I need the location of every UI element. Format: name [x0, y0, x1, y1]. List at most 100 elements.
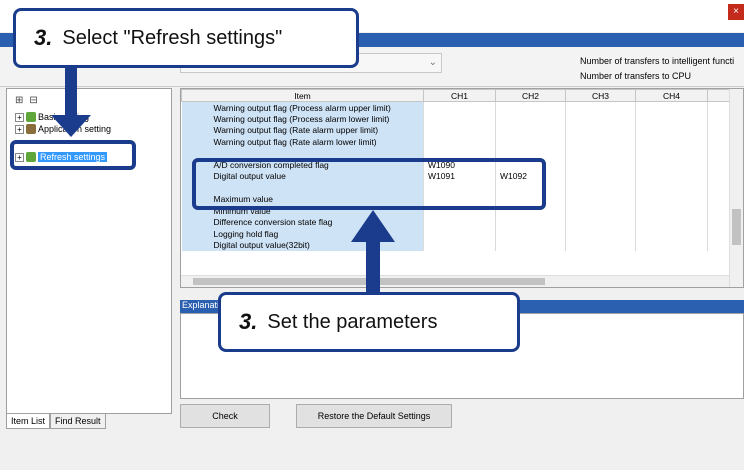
refresh-settings-highlight	[10, 140, 136, 170]
cell-extra[interactable]	[707, 101, 730, 113]
cell-item: Warning output flag (Rate alarm lower li…	[181, 136, 424, 148]
cell-ch3[interactable]	[565, 101, 636, 113]
cell-ch2[interactable]	[495, 216, 566, 228]
horizontal-scrollbar[interactable]	[181, 275, 729, 287]
cell-extra[interactable]	[707, 136, 730, 148]
cell-extra[interactable]	[707, 228, 730, 240]
cell-ch3[interactable]	[565, 182, 636, 194]
scroll-thumb[interactable]	[732, 209, 741, 245]
vertical-scrollbar[interactable]	[729, 89, 743, 287]
transfer-info: Number of transfers to intelligent funct…	[580, 54, 734, 84]
cell-item: Warning output flag (Rate alarm upper li…	[181, 124, 424, 136]
cell-item: Warning output flag (Process alarm lower…	[181, 113, 424, 125]
cell-extra[interactable]	[707, 147, 730, 159]
cell-ch1[interactable]	[423, 101, 496, 113]
cell-extra[interactable]	[707, 205, 730, 217]
info-line-cpu: Number of transfers to CPU	[580, 71, 692, 81]
cell-ch4[interactable]	[635, 147, 708, 159]
table-row[interactable]: Warning output flag (Rate alarm lower li…	[181, 136, 730, 148]
cell-ch1[interactable]	[423, 124, 496, 136]
arrow-shaft-bottom	[366, 240, 380, 296]
cell-ch3[interactable]	[565, 239, 636, 251]
arrow-down-icon	[51, 115, 91, 137]
arrow-up-icon	[351, 210, 395, 242]
cell-ch2[interactable]	[495, 228, 566, 240]
cell-extra[interactable]	[707, 193, 730, 205]
expand-all-icon[interactable]: ⊞	[15, 95, 23, 106]
cell-item: Warning output flag (Process alarm upper…	[181, 101, 424, 113]
tree-toolbar: ⊞ ⊟	[15, 95, 38, 106]
close-icon[interactable]: ×	[728, 4, 744, 20]
cell-ch4[interactable]	[635, 136, 708, 148]
cell-ch2[interactable]	[495, 113, 566, 125]
cell-ch3[interactable]	[565, 170, 636, 182]
cell-ch4[interactable]	[635, 228, 708, 240]
arrow-shaft-top	[65, 68, 77, 116]
collapse-all-icon[interactable]: ⊟	[29, 95, 37, 106]
cell-extra[interactable]	[707, 216, 730, 228]
cell-ch4[interactable]	[635, 182, 708, 194]
cell-ch3[interactable]	[565, 159, 636, 171]
column-header-extra	[707, 89, 730, 102]
cell-ch4[interactable]	[635, 205, 708, 217]
cell-ch4[interactable]	[635, 159, 708, 171]
table-row[interactable]: Warning output flag (Rate alarm upper li…	[181, 124, 730, 136]
tab-find-result[interactable]: Find Result	[50, 414, 106, 429]
column-header-ch4: CH4	[635, 89, 708, 102]
cell-ch4[interactable]	[635, 216, 708, 228]
cell-ch1[interactable]	[423, 113, 496, 125]
cell-ch3[interactable]	[565, 136, 636, 148]
cell-ch4[interactable]	[635, 113, 708, 125]
cell-ch1[interactable]	[423, 216, 496, 228]
expand-icon[interactable]: +	[15, 124, 24, 134]
check-button[interactable]: Check	[180, 404, 270, 428]
table-row[interactable]: Warning output flag (Process alarm upper…	[181, 101, 730, 113]
cell-ch4[interactable]	[635, 101, 708, 113]
callout-step-number: 3.	[239, 309, 258, 334]
cell-extra[interactable]	[707, 239, 730, 251]
info-line-intelligent: Number of transfers to intelligent funct…	[580, 56, 735, 66]
column-header-ch1: CH1	[423, 89, 496, 102]
cell-ch3[interactable]	[565, 113, 636, 125]
cell-ch2[interactable]	[495, 239, 566, 251]
expand-icon[interactable]: +	[15, 112, 24, 122]
table-row[interactable]: Digital output value(32bit)	[181, 239, 730, 251]
column-header-ch2: CH2	[495, 89, 566, 102]
cell-ch3[interactable]	[565, 124, 636, 136]
cell-extra[interactable]	[707, 182, 730, 194]
callout-step-number: 3.	[34, 25, 53, 50]
restore-default-button[interactable]: Restore the Default Settings	[296, 404, 452, 428]
tab-item-list[interactable]: Item List	[6, 414, 51, 429]
chevron-down-icon: ⌄	[428, 57, 437, 68]
cell-ch1[interactable]	[423, 239, 496, 251]
cell-ch1[interactable]	[423, 136, 496, 148]
cell-extra[interactable]	[707, 159, 730, 171]
parameters-highlight	[192, 158, 546, 210]
cell-ch1[interactable]	[423, 228, 496, 240]
cell-extra[interactable]	[707, 124, 730, 136]
table-row[interactable]: Difference conversion state flag	[181, 216, 730, 228]
cell-ch2[interactable]	[495, 124, 566, 136]
callout-set-parameters: 3. Set the parameters	[218, 292, 520, 352]
cell-ch4[interactable]	[635, 124, 708, 136]
cell-ch3[interactable]	[565, 193, 636, 205]
setting-icon	[26, 112, 36, 122]
cell-ch4[interactable]	[635, 239, 708, 251]
cell-ch3[interactable]	[565, 216, 636, 228]
setting-icon	[26, 124, 36, 134]
left-tabs: Item List Find Result	[6, 414, 106, 429]
table-row[interactable]: Logging hold flag	[181, 228, 730, 240]
callout-select-refresh: 3. Select "Refresh settings"	[13, 8, 359, 68]
column-header-item: Item	[181, 89, 424, 102]
cell-extra[interactable]	[707, 113, 730, 125]
cell-ch3[interactable]	[565, 147, 636, 159]
cell-ch4[interactable]	[635, 193, 708, 205]
cell-ch2[interactable]	[495, 101, 566, 113]
cell-ch3[interactable]	[565, 228, 636, 240]
cell-ch2[interactable]	[495, 136, 566, 148]
callout-text: Set the parameters	[267, 310, 438, 333]
cell-ch3[interactable]	[565, 205, 636, 217]
cell-extra[interactable]	[707, 170, 730, 182]
cell-ch4[interactable]	[635, 170, 708, 182]
table-row[interactable]: Warning output flag (Process alarm lower…	[181, 113, 730, 125]
